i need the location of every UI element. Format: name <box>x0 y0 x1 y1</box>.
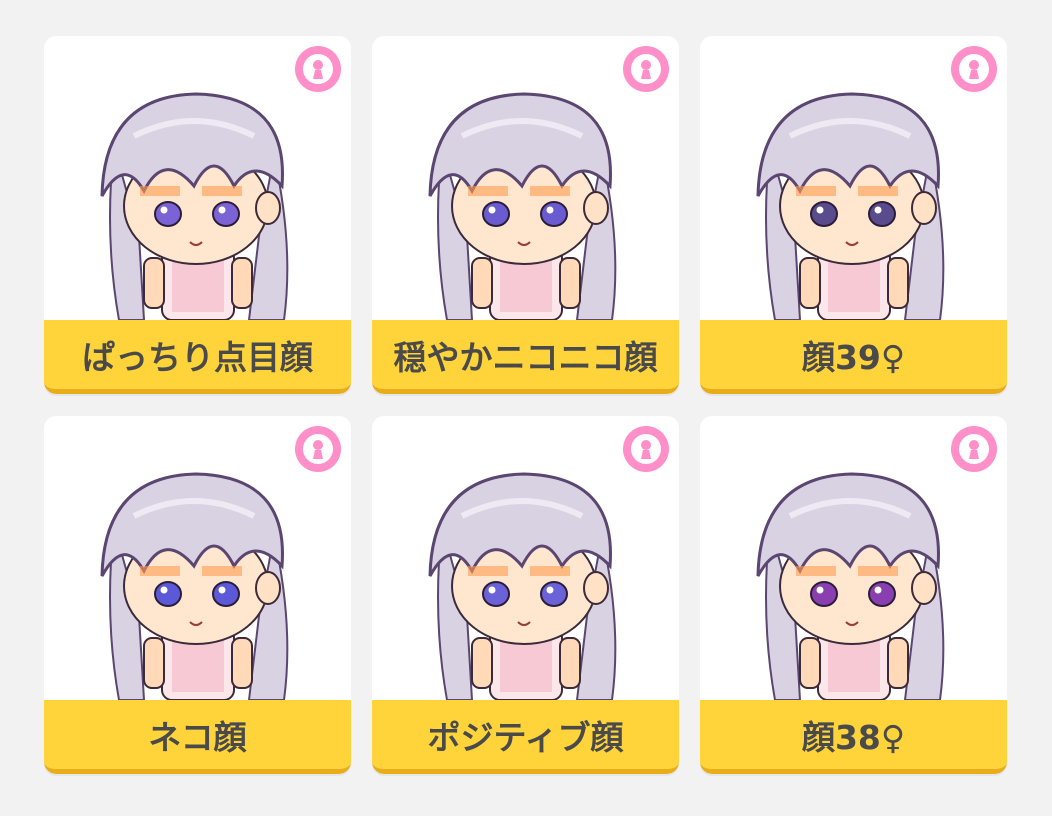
face-name: ネコ顔 <box>148 717 247 757</box>
female-icon <box>951 426 997 472</box>
face-name-bar: ネコ顔 <box>44 700 351 774</box>
face-name: 顔39♀ <box>801 337 906 377</box>
face-name-bar: 顔39♀ <box>700 320 1007 394</box>
face-name: ぱっちり点目顔 <box>82 337 313 377</box>
face-card[interactable]: ぱっちり点目顔 <box>44 36 351 394</box>
face-name: 穏やかニコニコ顔 <box>393 337 658 377</box>
face-grid: ぱっちり点目顔 穏やかニコニコ顔 顔39♀ ネコ顔 ポジティブ顔 顔38♀ <box>44 36 1007 774</box>
face-card[interactable]: 穏やかニコニコ顔 <box>372 36 679 394</box>
face-card[interactable]: ネコ顔 <box>44 416 351 774</box>
female-icon <box>623 46 669 92</box>
face-card[interactable]: 顔38♀ <box>700 416 1007 774</box>
female-icon <box>295 426 341 472</box>
face-card[interactable]: ポジティブ顔 <box>372 416 679 774</box>
face-name-bar: ぱっちり点目顔 <box>44 320 351 394</box>
female-icon <box>623 426 669 472</box>
female-icon <box>295 46 341 92</box>
face-name-bar: 穏やかニコニコ顔 <box>372 320 679 394</box>
face-name: ポジティブ顔 <box>427 717 624 757</box>
face-card[interactable]: 顔39♀ <box>700 36 1007 394</box>
face-name-bar: ポジティブ顔 <box>372 700 679 774</box>
face-name: 顔38♀ <box>801 717 906 757</box>
female-icon <box>951 46 997 92</box>
face-name-bar: 顔38♀ <box>700 700 1007 774</box>
